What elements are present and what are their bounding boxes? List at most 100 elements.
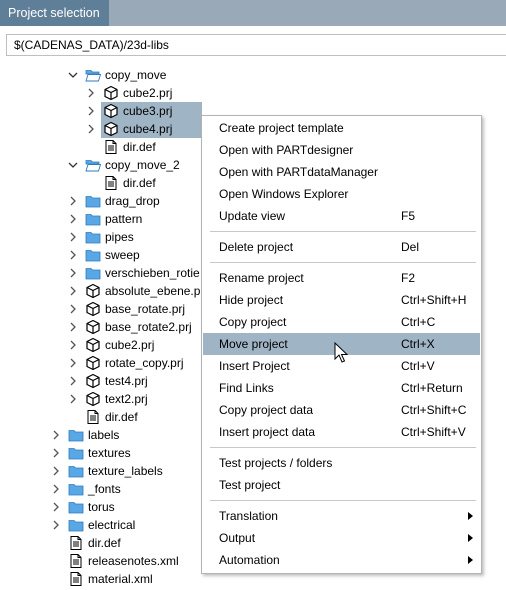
chevron-right-icon[interactable] [51, 498, 61, 516]
menu-item-open-with-partdatamanager[interactable]: Open with PARTdataManager [203, 161, 480, 183]
menu-item-test-projects-folders[interactable]: Test projects / folders [203, 452, 480, 474]
menu-item-label: Rename project [219, 271, 304, 285]
tree-item-label: torus [88, 500, 115, 514]
tree-item-label: releasenotes.xml [88, 554, 179, 568]
menu-item-label: Delete project [219, 240, 294, 254]
tree-item-label: test4.prj [105, 374, 148, 388]
chevron-right-icon[interactable] [51, 462, 61, 480]
tree-item-label: drag_drop [105, 194, 160, 208]
menu-item-shortcut: Ctrl+Return [401, 381, 463, 395]
submenu-arrow-icon [468, 534, 473, 542]
tree-item-label: copy_move [105, 68, 167, 82]
tree-item-label: verschieben_rotie [105, 266, 200, 280]
cube-icon [85, 337, 101, 353]
menu-item-find-links[interactable]: Find Links Ctrl+Return [203, 377, 480, 399]
folder-icon [85, 265, 101, 281]
folder-icon [85, 193, 101, 209]
tree-item-label: base_rotate.prj [105, 302, 186, 316]
menu-item-output[interactable]: Output [203, 527, 480, 549]
tree-item-label: labels [88, 428, 120, 442]
chevron-right-icon[interactable] [51, 516, 61, 534]
folder-open-icon [85, 157, 101, 173]
chevron-right-icon[interactable] [68, 210, 78, 228]
menu-item-label: Open with PARTdataManager [219, 165, 378, 179]
tree-item-label: cube3.prj [123, 104, 173, 118]
folder-icon [85, 211, 101, 227]
menu-item-shortcut: Ctrl+V [401, 359, 435, 373]
chevron-right-icon[interactable] [68, 372, 78, 390]
chevron-right-icon[interactable] [68, 300, 78, 318]
chevron-right-icon[interactable] [68, 390, 78, 408]
menu-item-create-project-template[interactable]: Create project template [203, 117, 480, 139]
menu-item-copy-project[interactable]: Copy project Ctrl+C [203, 311, 480, 333]
tree-item-label: cube2.prj [123, 86, 173, 100]
tree-item-label: absolute_ebene.p [105, 284, 201, 298]
menu-item-shortcut: Ctrl+Shift+V [401, 425, 466, 439]
file-icon [68, 553, 84, 569]
menu-item-shortcut: Ctrl+C [401, 315, 436, 329]
cube-icon [85, 391, 101, 407]
chevron-right-icon[interactable] [68, 192, 78, 210]
cube-icon [103, 85, 119, 101]
menu-item-label: Find Links [219, 381, 274, 395]
menu-item-copy-project-data[interactable]: Copy project data Ctrl+Shift+C [203, 399, 480, 421]
menu-item-open-with-partdesigner[interactable]: Open with PARTdesigner [203, 139, 480, 161]
folder-icon [85, 247, 101, 263]
menu-item-label: Hide project [219, 293, 284, 307]
tree-item[interactable]: cube2.prj [0, 84, 506, 102]
chevron-right-icon[interactable] [51, 444, 61, 462]
chevron-right-icon[interactable] [68, 246, 78, 264]
menu-item-update-view[interactable]: Update view F5 [203, 205, 480, 227]
chevron-right-icon[interactable] [68, 336, 78, 354]
menu-item-label: Update view [219, 209, 286, 223]
cube-icon [85, 319, 101, 335]
chevron-right-icon[interactable] [68, 318, 78, 336]
tree-item[interactable]: copy_move [0, 66, 506, 84]
menu-item-test-project[interactable]: Test project [203, 474, 480, 496]
menu-item-shortcut: Ctrl+Shift+C [401, 403, 467, 417]
tree-item-label: dir.def [123, 176, 156, 190]
chevron-right-icon[interactable] [68, 282, 78, 300]
chevron-right-icon[interactable] [86, 102, 96, 120]
menu-separator [210, 231, 476, 232]
menu-item-hide-project[interactable]: Hide project Ctrl+Shift+H [203, 289, 480, 311]
menu-item-delete-project[interactable]: Delete project Del [203, 236, 480, 258]
menu-item-label: Copy project [219, 315, 287, 329]
menu-item-label: Insert Project [219, 359, 290, 373]
cube-icon [85, 283, 101, 299]
chevron-down-icon[interactable] [68, 156, 78, 174]
folder-icon [68, 499, 84, 515]
tree-item-label: cube2.prj [105, 338, 155, 352]
file-icon [68, 571, 84, 587]
chevron-right-icon[interactable] [51, 426, 61, 444]
chevron-right-icon[interactable] [68, 264, 78, 282]
menu-item-shortcut: Ctrl+Shift+H [401, 293, 467, 307]
chevron-down-icon[interactable] [68, 66, 78, 84]
tree-item-label: dir.def [123, 140, 156, 154]
menu-item-automation[interactable]: Automation [203, 549, 480, 571]
chevron-right-icon[interactable] [86, 120, 96, 138]
folder-icon [68, 517, 84, 533]
menu-item-rename-project[interactable]: Rename project F2 [203, 267, 480, 289]
menu-separator [210, 262, 476, 263]
tab-bar: Project selection [0, 0, 506, 26]
mouse-cursor-icon [334, 342, 348, 363]
menu-item-insert-project-data[interactable]: Insert project data Ctrl+Shift+V [203, 421, 480, 443]
menu-separator [210, 447, 476, 448]
menu-item-translation[interactable]: Translation [203, 505, 480, 527]
chevron-right-icon[interactable] [68, 228, 78, 246]
cube-icon [85, 355, 101, 371]
chevron-right-icon[interactable] [68, 354, 78, 372]
chevron-right-icon[interactable] [86, 84, 96, 102]
tab-project-selection[interactable]: Project selection [0, 0, 109, 26]
menu-item-shortcut: Del [401, 240, 420, 254]
menu-item-label: Translation [219, 509, 278, 523]
tree-item-label: textures [88, 446, 131, 460]
tree-item-label: material.xml [88, 572, 153, 586]
submenu-arrow-icon [468, 512, 473, 520]
chevron-right-icon[interactable] [51, 480, 61, 498]
menu-item-open-windows-explorer[interactable]: Open Windows Explorer [203, 183, 480, 205]
folder-icon [68, 481, 84, 497]
tree-item-label: dir.def [105, 410, 138, 424]
path-input[interactable]: $(CADENAS_DATA)/23d-libs [6, 34, 506, 56]
